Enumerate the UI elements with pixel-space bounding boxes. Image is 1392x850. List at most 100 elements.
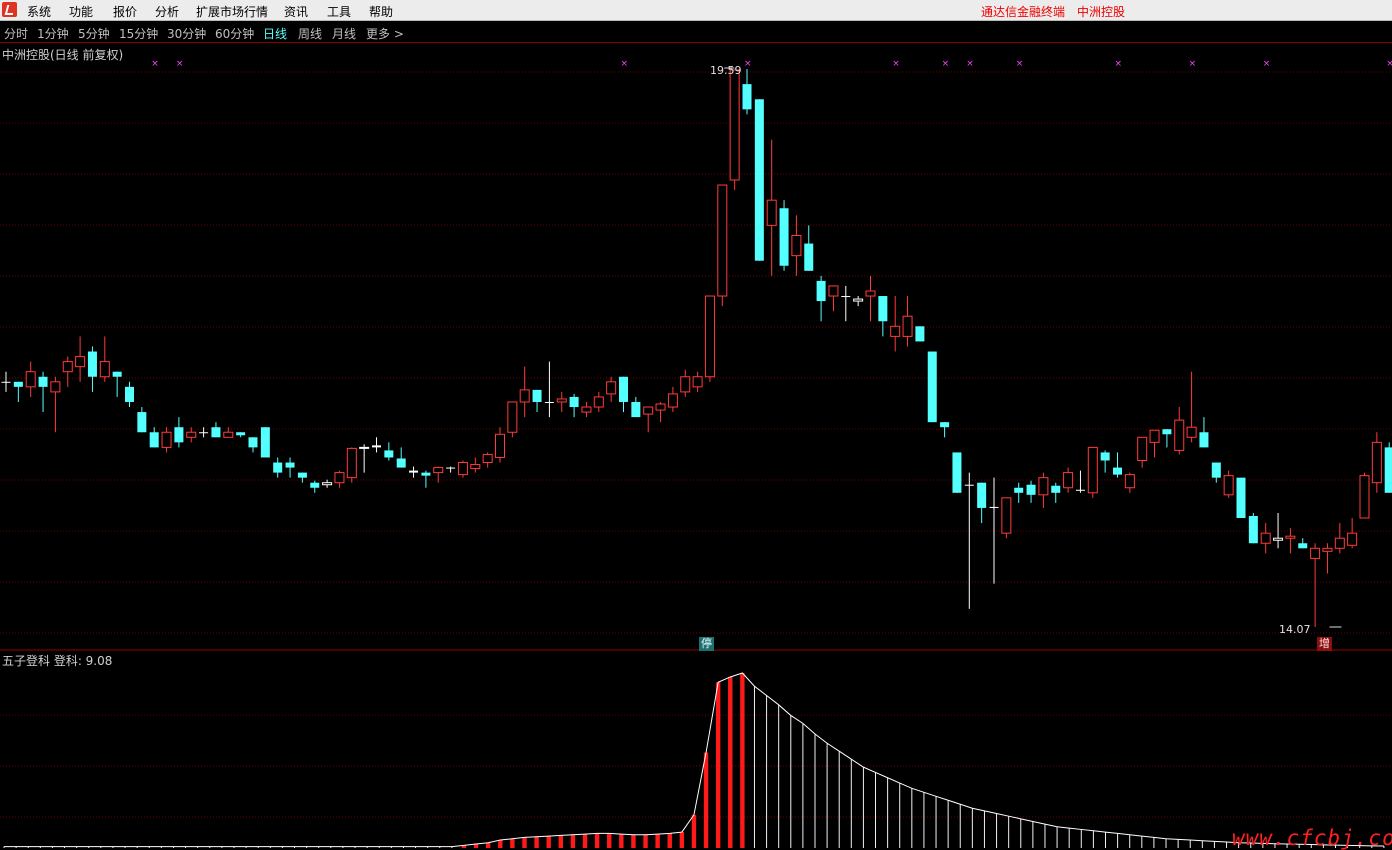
candle-body-down [841, 296, 851, 298]
menu-analysis[interactable]: 分析 [155, 3, 179, 20]
candle-body-down [532, 389, 542, 402]
signal-marker: × [892, 59, 900, 69]
candle-body-down [804, 243, 814, 271]
candle-body-down [816, 280, 826, 302]
candle-body-down [977, 482, 987, 508]
indicator-bar-red [728, 676, 733, 848]
candle-body-up [1174, 419, 1185, 451]
indicator-bar-red [667, 833, 672, 848]
menu-news[interactable]: 资讯 [284, 3, 308, 20]
candle-body-down [1162, 429, 1172, 435]
chart-area[interactable]: × × × × × × × × × × × × [0, 43, 1392, 850]
candle-body-down [174, 427, 184, 443]
candle-body-down [1236, 477, 1246, 519]
period-5min[interactable]: 5分钟 [78, 25, 110, 42]
candle-body-up [680, 376, 691, 393]
candle-body-down [260, 427, 270, 458]
period-monthly[interactable]: 月线 [332, 25, 356, 42]
candle-body-down [236, 432, 246, 436]
signal-marker: × [1386, 59, 1392, 69]
menu-system[interactable]: 系统 [27, 3, 51, 20]
candle-body-up [766, 199, 777, 226]
candle-body-down [38, 376, 48, 387]
candle-body-up [890, 325, 901, 337]
period-bar: 分时 1分钟 5分钟 15分钟 30分钟 60分钟 日线 周线 月线 更多 > [0, 21, 1392, 43]
indicator-bar-red [631, 834, 636, 848]
candle-body-down [112, 371, 122, 377]
menu-quotes[interactable]: 报价 [113, 3, 137, 20]
candle-body-up [223, 431, 234, 438]
indicator-bar-red [679, 832, 685, 848]
candle-body-down [149, 432, 159, 448]
signal-marker: × [176, 59, 184, 69]
candle-body-up [1223, 475, 1234, 496]
candle-body-down [915, 326, 925, 342]
candle-body-down [273, 462, 283, 473]
candle-body-up [186, 431, 197, 438]
app-logo-icon [2, 2, 17, 17]
candle-body-up [692, 376, 703, 388]
low-price-label: 14.07 [1279, 623, 1311, 636]
indicator-bar-red [510, 838, 515, 848]
menu-extended-market[interactable]: 扩展市场行情 [196, 3, 268, 20]
candle-body-up [606, 381, 617, 395]
candle-body-up [865, 290, 876, 297]
indicator-bar-red [607, 833, 612, 848]
menu-functions[interactable]: 功能 [69, 3, 93, 20]
candle-body-up [1137, 436, 1148, 462]
candle-body-up [1371, 441, 1382, 484]
candle-body-up [25, 371, 36, 388]
period-intraday[interactable]: 分时 [4, 25, 28, 42]
candle-body-down [125, 386, 134, 402]
period-30min[interactable]: 30分钟 [167, 25, 206, 42]
indicator-bar-red [534, 836, 539, 848]
indicator-bar-red [485, 842, 491, 848]
candle-body-up [853, 298, 864, 302]
period-daily[interactable]: 日线 [263, 25, 287, 42]
indicator-bar-red [643, 834, 648, 848]
period-more[interactable]: 更多 > [366, 25, 404, 42]
period-weekly[interactable]: 周线 [298, 25, 322, 42]
candle-body-up [667, 393, 678, 408]
candle-body-down [1298, 543, 1308, 549]
candle-body-up [1310, 547, 1321, 559]
period-15min[interactable]: 15分钟 [119, 25, 158, 42]
menu-help[interactable]: 帮助 [369, 3, 393, 20]
candle-body-up [1347, 532, 1358, 546]
candle-body-up [334, 472, 345, 484]
candle-body-up [1359, 475, 1370, 519]
indicator-bar-red [594, 833, 600, 848]
candle-body-up [62, 361, 73, 373]
candle-body-up [75, 356, 86, 368]
signal-marker: × [1189, 59, 1197, 69]
candle-body-up [828, 285, 839, 297]
candle-body-up [322, 482, 333, 486]
candle-body-down [964, 484, 974, 486]
candle-body-down [310, 482, 320, 488]
period-1min[interactable]: 1分钟 [37, 25, 69, 42]
candle-body-up [519, 389, 530, 403]
candle-body-down [1075, 489, 1085, 491]
signal-marker: × [151, 59, 159, 69]
tag-additional-issue: 增 [1317, 637, 1332, 651]
candle-body-down [384, 450, 394, 458]
candle-body-up [791, 234, 802, 257]
candle-body-up [655, 403, 666, 411]
candle-body-up [359, 446, 370, 449]
period-60min[interactable]: 60分钟 [215, 25, 254, 42]
candle-body-up [556, 398, 567, 403]
candle-body-up [581, 406, 592, 413]
candle-body-down [1211, 462, 1221, 478]
signal-marker: × [942, 59, 950, 69]
candle-body-up [470, 464, 481, 470]
candle-body-up [50, 381, 61, 393]
watermark: www.cfcbj.com [1232, 826, 1392, 850]
candle-body-down [248, 437, 258, 448]
menu-tools[interactable]: 工具 [327, 3, 351, 20]
candle-body-down [927, 351, 937, 423]
candle-body-down [631, 401, 641, 418]
candle-body-down [1199, 432, 1209, 448]
high-price-label: 19.59 [710, 64, 742, 77]
candle-body-down [878, 296, 888, 322]
candle-body-down [396, 458, 406, 468]
